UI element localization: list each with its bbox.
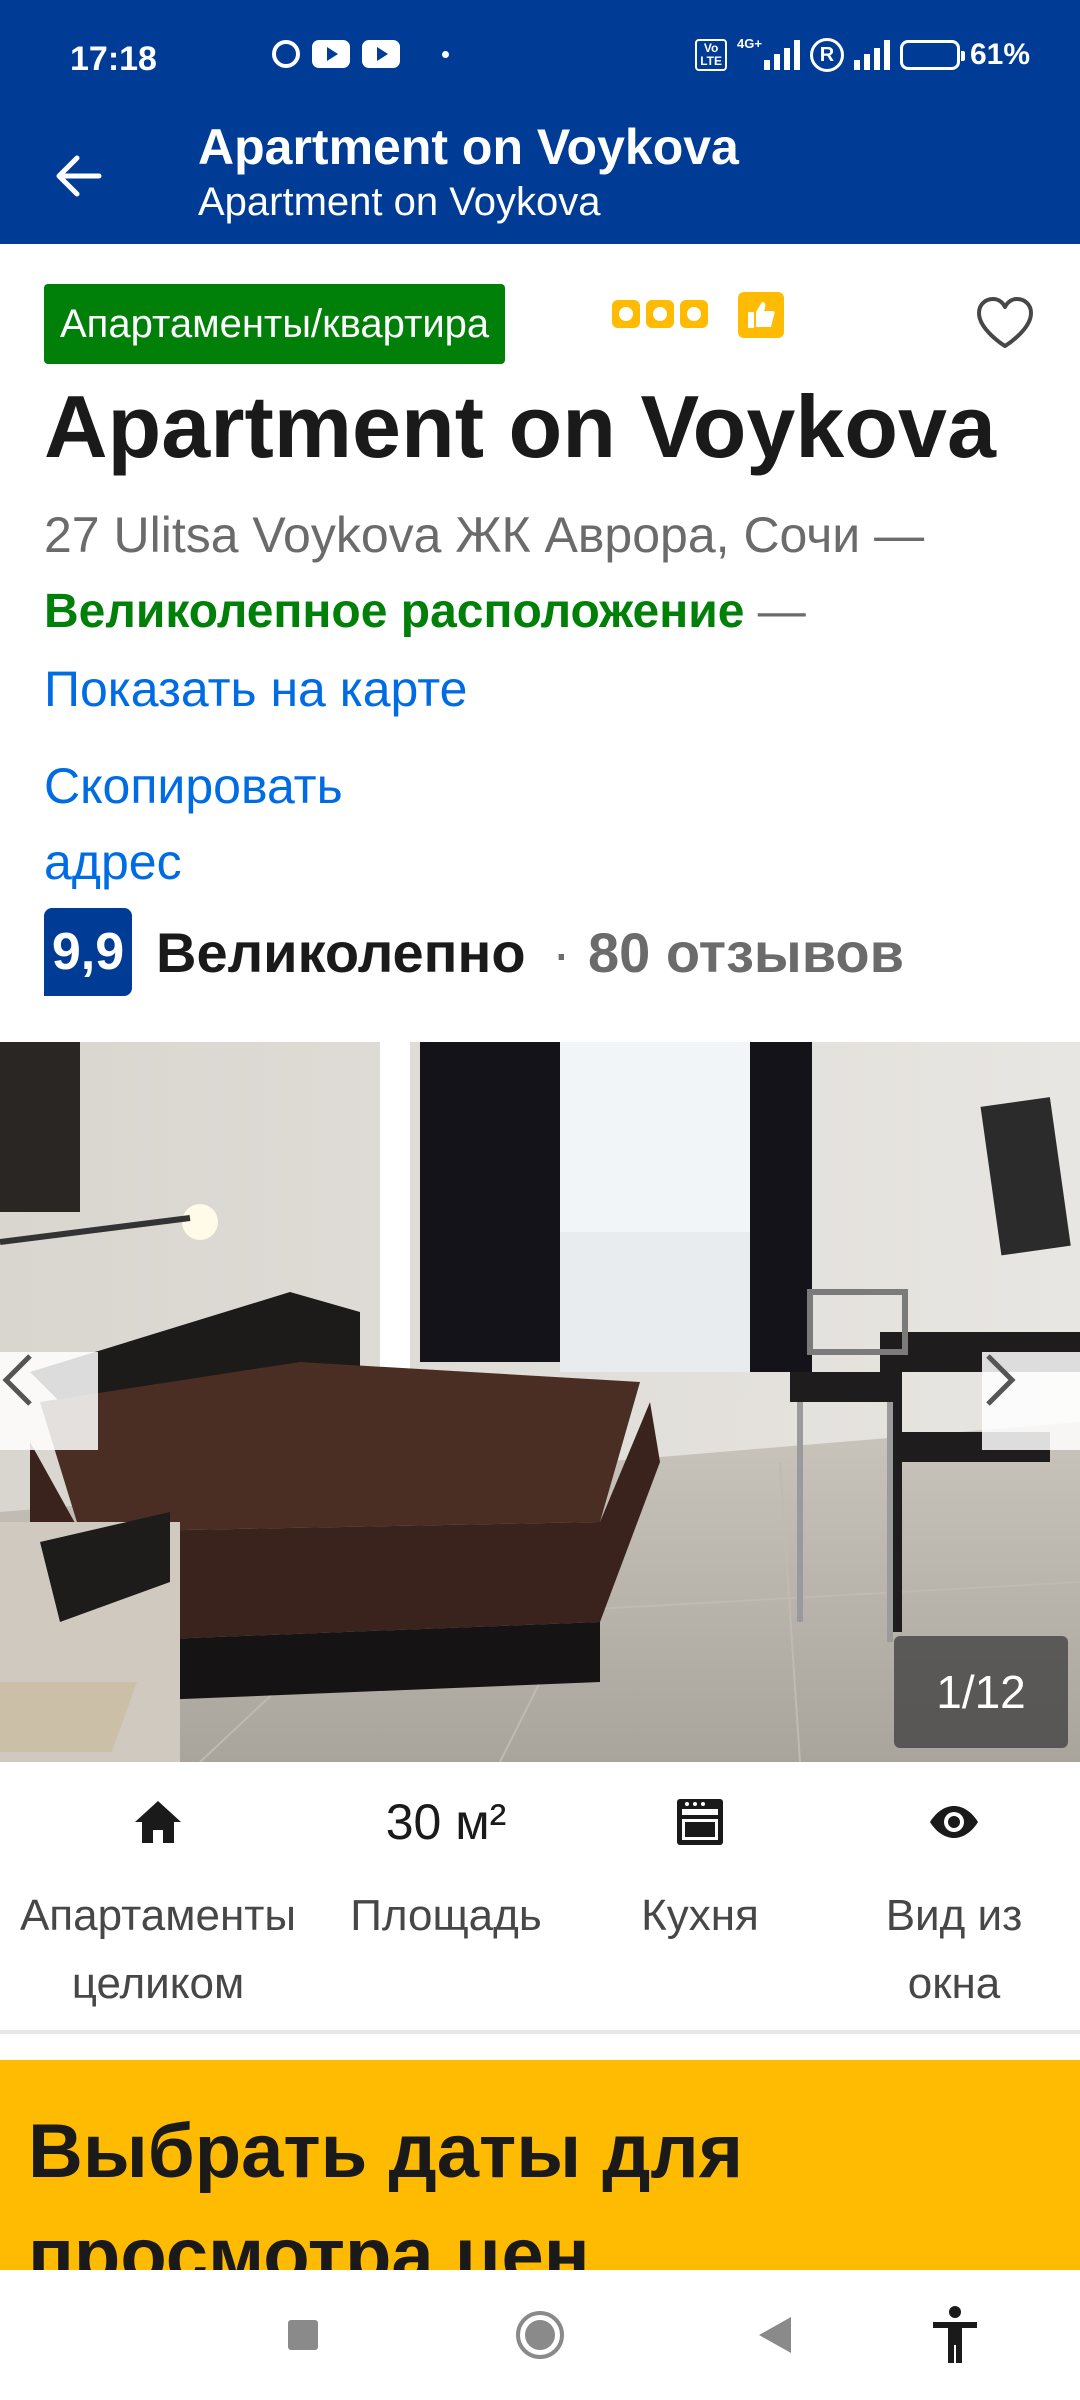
photo-gallery[interactable]: 1/12 bbox=[0, 1042, 1080, 1762]
system-status: Vo LTE 4G+ R 61% bbox=[695, 35, 1030, 72]
back-nav-button[interactable] bbox=[740, 2300, 810, 2370]
chevron-right-icon bbox=[986, 1354, 1016, 1406]
copy-address-link[interactable]: Скопировать адрес bbox=[44, 748, 444, 900]
facility-label: Кухня bbox=[641, 1891, 759, 1940]
rating-dot-icon bbox=[646, 300, 674, 328]
facility-kitchen: Кухня bbox=[580, 1762, 820, 1950]
accessibility-button[interactable] bbox=[920, 2300, 990, 2370]
app-title: Apartment on Voykova bbox=[198, 119, 739, 175]
next-photo-button[interactable] bbox=[982, 1352, 1080, 1450]
arrow-left-icon bbox=[56, 155, 102, 197]
kitchen-icon bbox=[677, 1799, 723, 1845]
battery-icon bbox=[899, 40, 965, 70]
facility-entire-apartment: Апартаменты целиком bbox=[0, 1762, 316, 2018]
review-separator: · bbox=[552, 921, 571, 984]
eye-icon bbox=[930, 1806, 978, 1838]
notification-icon bbox=[272, 40, 300, 68]
property-address: 27 Ulitsa Voykova ЖК Аврора, Сочи — bbox=[44, 507, 925, 563]
home-button[interactable] bbox=[505, 2300, 575, 2370]
show-on-map-link[interactable]: Показать на карте bbox=[44, 660, 467, 718]
app-bar: Apartment on Voykova Apartment on Voykov… bbox=[0, 118, 1080, 244]
notification-icons bbox=[160, 40, 449, 68]
heart-icon bbox=[977, 297, 1033, 348]
location-score-label: Великолепное расположение bbox=[44, 585, 745, 638]
back-button[interactable] bbox=[40, 138, 116, 214]
rating-dot-icon bbox=[680, 300, 708, 328]
property-name: Apartment on Voykova bbox=[44, 377, 996, 476]
rating-dot-icon bbox=[612, 300, 640, 328]
review-score-badge[interactable]: 9,9 bbox=[44, 908, 132, 996]
volte-icon: Vo LTE bbox=[695, 39, 728, 71]
area-value: 30 м² bbox=[385, 1794, 507, 1850]
chevron-left-icon bbox=[2, 1354, 32, 1406]
favorite-button[interactable] bbox=[970, 290, 1040, 356]
home-icon bbox=[135, 1801, 181, 1843]
signal-icon bbox=[763, 40, 800, 70]
youtube-icon bbox=[362, 40, 400, 68]
network-type: 4G+ bbox=[737, 35, 762, 51]
more-notifications-icon bbox=[442, 50, 449, 58]
circle-icon bbox=[516, 2311, 564, 2359]
facility-label: Вид из окна bbox=[885, 1891, 1023, 2008]
property-type-badge: Апартаменты/квартира bbox=[44, 284, 506, 364]
accessibility-icon bbox=[933, 2306, 977, 2363]
status-time: 17:18 bbox=[70, 40, 157, 78]
registered-icon: R bbox=[809, 38, 844, 72]
thumbs-up-icon bbox=[738, 292, 784, 338]
review-count[interactable]: 80 отзывов bbox=[588, 920, 904, 985]
youtube-icon bbox=[312, 40, 350, 68]
status-bar: 17:18 Vo LTE 4G+ R 61% bbox=[0, 0, 1080, 118]
facilities-row: Апартаменты целиком 30 м² Площадь Кухня bbox=[0, 1762, 1080, 2034]
quality-rating bbox=[612, 300, 708, 328]
facility-view: Вид из окна bbox=[834, 1762, 1074, 2018]
separator: — bbox=[757, 585, 806, 638]
previous-photo-button[interactable] bbox=[0, 1352, 98, 1450]
recents-button[interactable] bbox=[268, 2300, 338, 2370]
page: 17:18 Vo LTE 4G+ R 61% Apartment on Voyk… bbox=[0, 0, 1080, 2400]
facility-label: Площадь bbox=[350, 1891, 542, 1940]
app-subtitle: Apartment on Voykova bbox=[198, 180, 601, 224]
facility-label: Апартаменты целиком bbox=[19, 1891, 297, 2008]
signal-icon bbox=[853, 40, 890, 70]
system-navigation-bar bbox=[0, 2270, 1080, 2400]
photo-counter: 1/12 bbox=[894, 1636, 1068, 1748]
square-icon bbox=[288, 2320, 318, 2350]
battery-level: 61% bbox=[969, 38, 1030, 71]
facility-area: 30 м² Площадь bbox=[326, 1762, 566, 1950]
triangle-back-icon bbox=[759, 2317, 791, 2353]
location-score: Великолепное расположение — bbox=[44, 584, 806, 639]
review-score-word[interactable]: Великолепно bbox=[156, 920, 526, 985]
